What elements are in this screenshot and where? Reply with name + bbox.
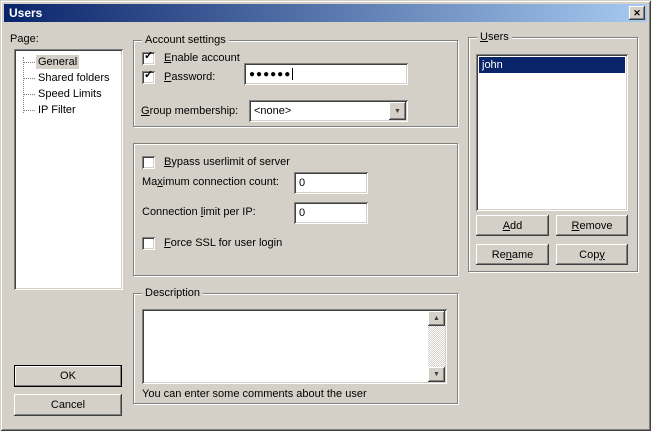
enable-account-row: ✓ Enable account [142,52,240,65]
force-ssl-row: Force SSL for user login [142,237,282,250]
text-caret [292,68,293,80]
description-scrollbar[interactable]: ▲ ▼ [428,311,445,382]
force-ssl-checkbox[interactable] [142,237,155,250]
description-textarea[interactable]: ▲ ▼ [142,309,447,384]
description-hint: You can enter some comments about the us… [142,388,367,401]
max-connection-input[interactable]: 0 [294,172,368,194]
copy-button[interactable]: Copy [556,244,628,265]
add-button[interactable]: Add [476,215,549,236]
users-dialog: Users ✕ Page: General Shared folders Spe… [0,0,651,431]
group-membership-label: Group membership: [141,105,238,118]
close-icon: ✕ [633,8,641,19]
close-button[interactable]: ✕ [629,6,645,20]
enable-account-label: Enable account [164,52,240,65]
bypass-userlimit-checkbox[interactable] [142,156,155,169]
window-title: Users [9,6,42,20]
page-label: Page: [10,33,39,46]
max-connection-label: Maximum connection count: [142,176,279,189]
enable-account-checkbox[interactable]: ✓ [142,52,155,65]
chevron-down-icon: ▼ [394,108,401,115]
remove-button[interactable]: Remove [556,215,628,236]
tree-twig [23,78,35,79]
bypass-userlimit-label: Bypass userlimit of server [164,156,290,169]
account-settings-group: Account settings ✓ Enable account ✓ Pass… [133,40,458,127]
check-icon: ✓ [144,50,153,63]
limits-group: Bypass userlimit of server Maximum conne… [133,143,458,276]
bypass-userlimit-row: Bypass userlimit of server [142,156,290,169]
users-listbox[interactable]: john [476,54,628,211]
title-bar[interactable]: Users [4,4,647,22]
password-input[interactable]: ●●●●●● [244,63,408,85]
tree-item-shared-folders[interactable]: Shared folders [14,70,123,86]
arrow-down-icon: ▼ [433,371,440,378]
page-tree[interactable]: General Shared folders Speed Limits IP F… [14,49,123,290]
list-item-john[interactable]: john [479,57,625,73]
tree-twig [23,94,35,95]
tree-item-ip-filter[interactable]: IP Filter [14,102,123,118]
connection-limit-per-ip-label: Connection limit per IP: [142,206,256,219]
description-group: Description ▲ ▼ You can enter some comme… [133,293,458,404]
tree-twig [23,110,35,111]
users-group-title: Users [477,31,512,44]
arrow-up-icon: ▲ [433,315,440,322]
password-row: ✓ Password: [142,71,215,84]
cancel-button[interactable]: Cancel [14,394,122,416]
ok-button[interactable]: OK [14,365,122,387]
password-checkbox[interactable]: ✓ [142,71,155,84]
force-ssl-label: Force SSL for user login [164,237,282,250]
tree-twig [23,62,35,63]
connection-limit-per-ip-input[interactable]: 0 [294,202,368,224]
description-title: Description [142,287,203,300]
tree-item-general[interactable]: General [14,54,123,70]
password-label: Password: [164,71,215,84]
rename-button[interactable]: Rename [476,244,549,265]
check-icon: ✓ [144,69,153,82]
tree-item-speed-limits[interactable]: Speed Limits [14,86,123,102]
dropdown-button[interactable]: ▼ [389,102,406,120]
account-settings-title: Account settings [142,34,229,47]
scroll-down-button[interactable]: ▼ [428,367,445,382]
scroll-up-button[interactable]: ▲ [428,311,445,326]
group-membership-select[interactable]: <none> ▼ [249,100,408,122]
users-group: Users john Add Remove Rename Copy [468,37,638,272]
